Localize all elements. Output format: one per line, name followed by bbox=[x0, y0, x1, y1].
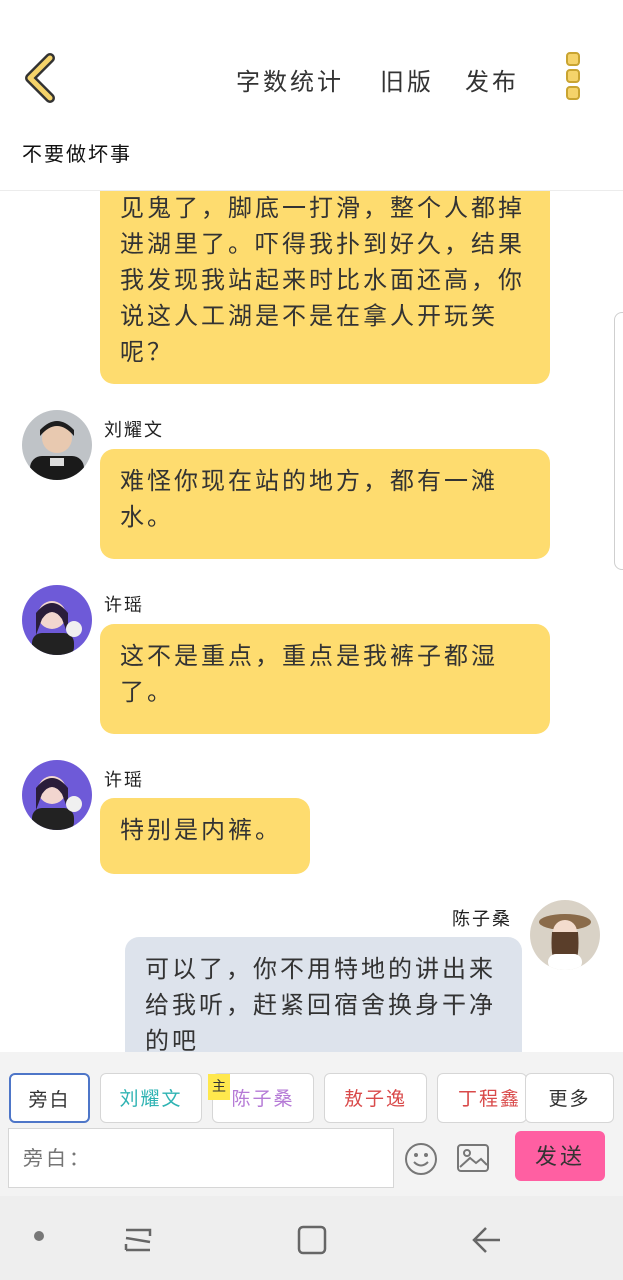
chat-area[interactable]: 见鬼了，脚底一打滑，整个人都掉进湖里了。吓得我扑到好久，结果我发现我站起来时比水… bbox=[0, 190, 623, 1052]
speaker-name: 陈子桑 bbox=[452, 909, 512, 930]
avatar-photo-icon bbox=[22, 585, 92, 655]
dot-icon bbox=[566, 52, 580, 66]
character-label: 敖子逸 bbox=[343, 1088, 407, 1110]
dot-icon bbox=[566, 86, 580, 100]
scrollbar[interactable] bbox=[614, 312, 623, 570]
avatar-photo-icon bbox=[530, 900, 600, 970]
character-label: 陈子桑 bbox=[231, 1088, 295, 1110]
recent-apps-icon[interactable] bbox=[120, 1224, 156, 1256]
message-text: 可以了，你不用特地的讲出来给我听，赶紧回宿舍换身干净的吧 bbox=[145, 955, 496, 1052]
speaker-name: 许瑶 bbox=[104, 595, 144, 616]
character-button-ding-chengxin[interactable]: 丁程鑫 bbox=[437, 1073, 527, 1123]
smiley-icon bbox=[405, 1143, 437, 1175]
story-title: 不要做坏事 bbox=[22, 142, 132, 166]
speaker-name: 许瑶 bbox=[104, 770, 144, 791]
message-text: 见鬼了，脚底一打滑，整个人都掉进湖里了。吓得我扑到好久，结果我发现我站起来时比水… bbox=[120, 194, 525, 366]
send-button[interactable]: 发送 bbox=[515, 1131, 605, 1181]
message-text: 难怪你现在站的地方，都有一滩水。 bbox=[120, 467, 498, 531]
message-bubble[interactable]: 特别是内裤。 bbox=[100, 798, 310, 874]
message-input[interactable] bbox=[8, 1128, 394, 1188]
message-bubble[interactable]: 难怪你现在站的地方，都有一滩水。 bbox=[100, 449, 550, 559]
message-text: 这不是重点，重点是我裤子都湿了。 bbox=[120, 642, 498, 706]
message-text: 特别是内裤。 bbox=[120, 816, 282, 844]
word-count-button[interactable]: 字数统计 bbox=[236, 62, 344, 97]
character-selector: 旁白 刘耀文 陈子桑 敖子逸 丁程鑫 更多 bbox=[0, 1052, 623, 1124]
character-label: 旁白 bbox=[28, 1089, 71, 1111]
character-button-narrator[interactable]: 旁白 bbox=[9, 1073, 90, 1123]
top-bar: 字数统计 旧版 发布 不要做坏事 bbox=[0, 0, 623, 191]
publish-button[interactable]: 发布 bbox=[465, 62, 519, 97]
dot-icon bbox=[566, 69, 580, 83]
composer: 发送 bbox=[0, 1124, 623, 1196]
back-button[interactable] bbox=[22, 52, 62, 104]
message-bubble[interactable]: 可以了，你不用特地的讲出来给我听，赶紧回宿舍换身干净的吧 bbox=[125, 937, 522, 1052]
emoji-button[interactable] bbox=[404, 1142, 438, 1176]
character-label: 刘耀文 bbox=[119, 1088, 183, 1110]
character-label: 更多 bbox=[548, 1088, 591, 1110]
avatar[interactable] bbox=[530, 900, 600, 970]
character-button-ao-ziyi[interactable]: 敖子逸 bbox=[324, 1073, 427, 1123]
host-badge: 主 bbox=[208, 1074, 230, 1100]
back-arrow-icon bbox=[25, 53, 55, 103]
character-button-liu-yaowen[interactable]: 刘耀文 bbox=[100, 1073, 202, 1123]
more-menu-button[interactable] bbox=[562, 52, 584, 104]
nav-dot-icon[interactable] bbox=[34, 1231, 44, 1241]
system-nav-bar bbox=[0, 1196, 623, 1280]
image-button[interactable] bbox=[456, 1143, 490, 1173]
avatar[interactable] bbox=[22, 410, 92, 480]
home-icon[interactable] bbox=[296, 1224, 328, 1256]
message-bubble[interactable]: 见鬼了，脚底一打滑，整个人都掉进湖里了。吓得我扑到好久，结果我发现我站起来时比水… bbox=[100, 190, 550, 384]
old-version-button[interactable]: 旧版 bbox=[380, 62, 434, 97]
speaker-name: 刘耀文 bbox=[104, 420, 164, 441]
image-icon bbox=[457, 1144, 489, 1172]
avatar[interactable] bbox=[22, 760, 92, 830]
more-characters-button[interactable]: 更多 bbox=[525, 1073, 614, 1123]
avatar[interactable] bbox=[22, 585, 92, 655]
back-nav-icon[interactable] bbox=[470, 1224, 504, 1256]
message-bubble[interactable]: 这不是重点，重点是我裤子都湿了。 bbox=[100, 624, 550, 734]
avatar-photo-icon bbox=[22, 760, 92, 830]
avatar-photo-icon bbox=[22, 410, 92, 480]
character-label: 丁程鑫 bbox=[458, 1088, 522, 1110]
